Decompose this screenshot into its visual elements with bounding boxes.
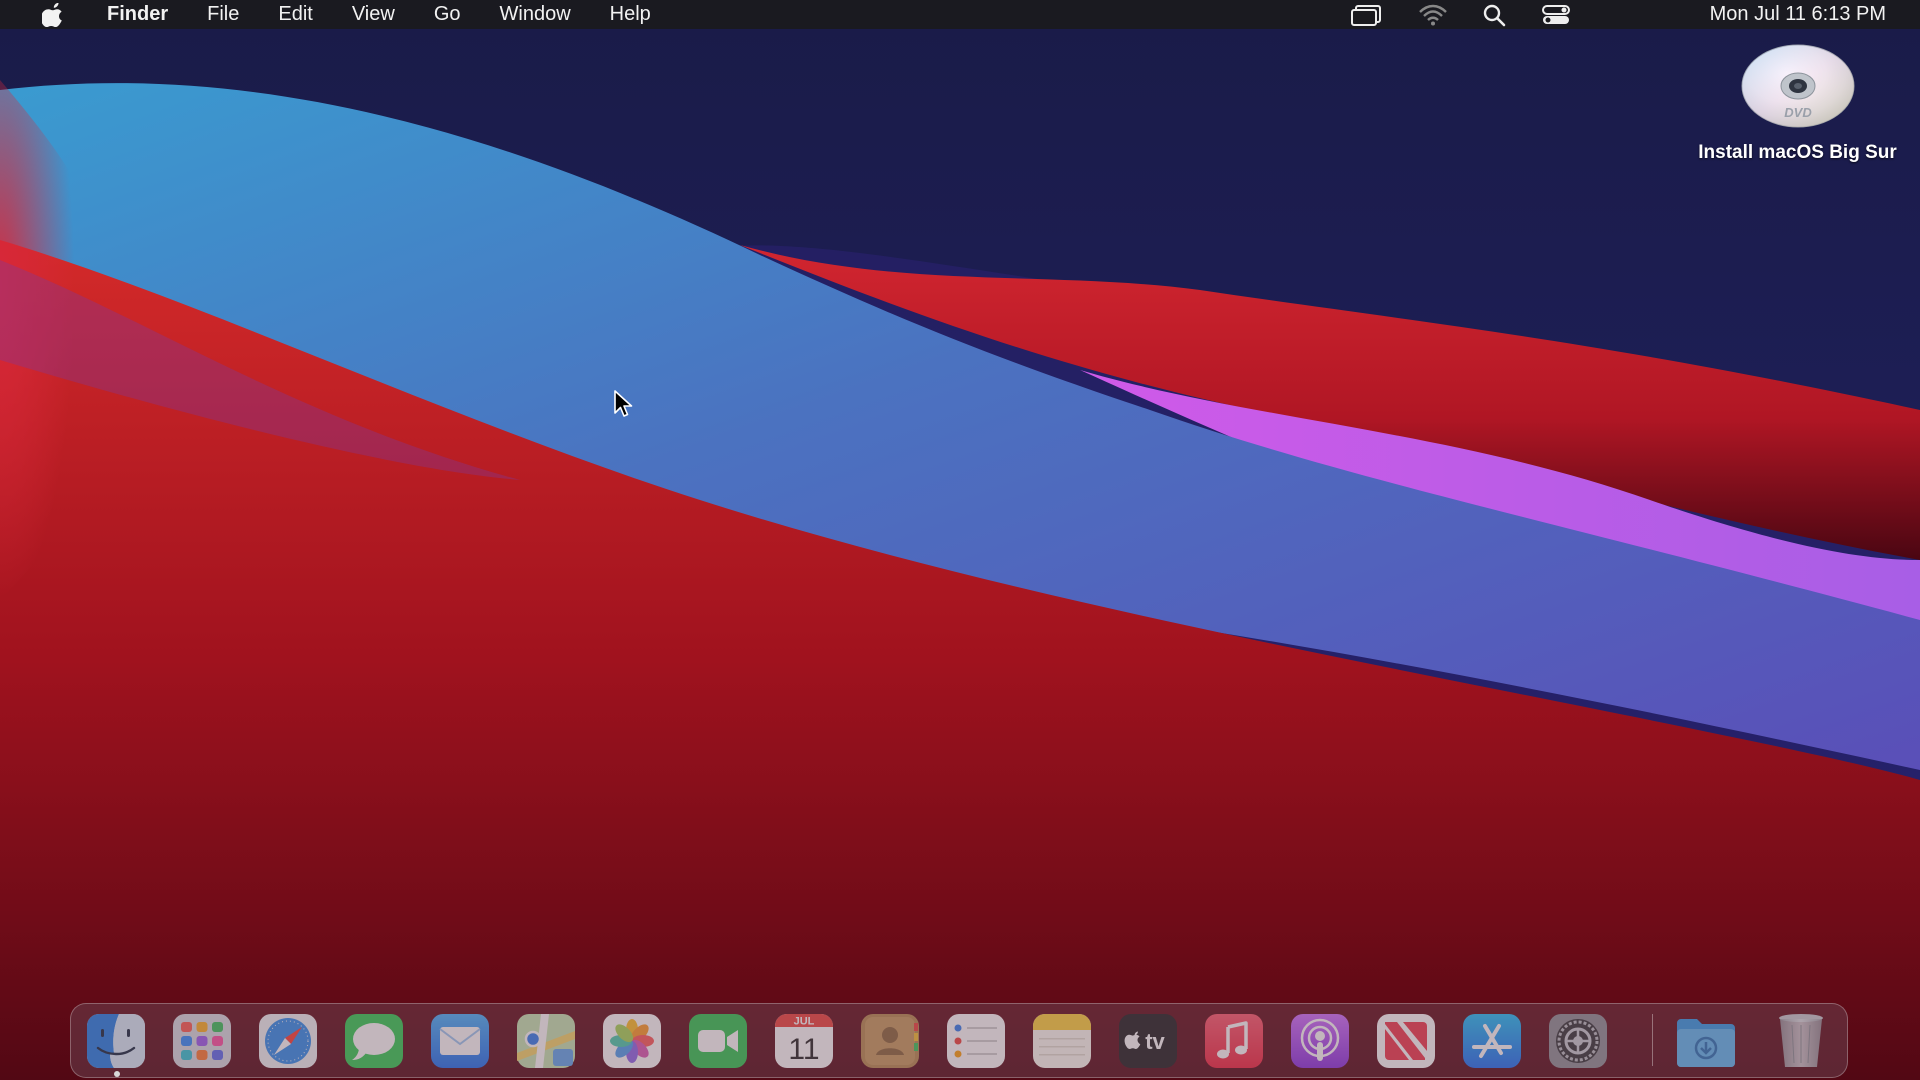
desktop-icon-install-macos[interactable]: DVD Install macOS Big Sur xyxy=(1690,43,1905,164)
screen-mirroring-icon[interactable] xyxy=(1350,3,1384,27)
spotlight-search-icon[interactable] xyxy=(1482,3,1508,27)
dock-divider xyxy=(1652,1014,1653,1066)
control-center-icon[interactable] xyxy=(1541,3,1571,27)
apple-icon[interactable] xyxy=(42,3,64,27)
svg-text:DVD: DVD xyxy=(1784,105,1812,120)
menu-window[interactable]: Window xyxy=(500,0,571,29)
finder-running-indicator xyxy=(114,1071,120,1077)
menu-file[interactable]: File xyxy=(207,0,239,29)
desktop-icon-label: Install macOS Big Sur xyxy=(1698,142,1897,163)
menu-go[interactable]: Go xyxy=(434,0,461,29)
dvd-disc-icon: DVD xyxy=(1741,44,1854,128)
menubar-clock[interactable]: Mon Jul 11 6:13 PM xyxy=(1710,0,1886,29)
menu-finder[interactable]: Finder xyxy=(107,0,168,29)
menu-help[interactable]: Help xyxy=(610,0,651,29)
menu-view[interactable]: View xyxy=(352,0,395,29)
menu-bar: Finder File Edit View Go Window Help Mon… xyxy=(0,0,1920,29)
status-area: Mon Jul 11 6:13 PM xyxy=(1320,0,1920,29)
menu-edit[interactable]: Edit xyxy=(278,0,312,29)
dock xyxy=(70,1003,1848,1078)
desktop-wallpaper xyxy=(0,0,1920,1080)
wifi-icon[interactable] xyxy=(1417,3,1449,27)
mouse-pointer-icon xyxy=(614,390,633,417)
